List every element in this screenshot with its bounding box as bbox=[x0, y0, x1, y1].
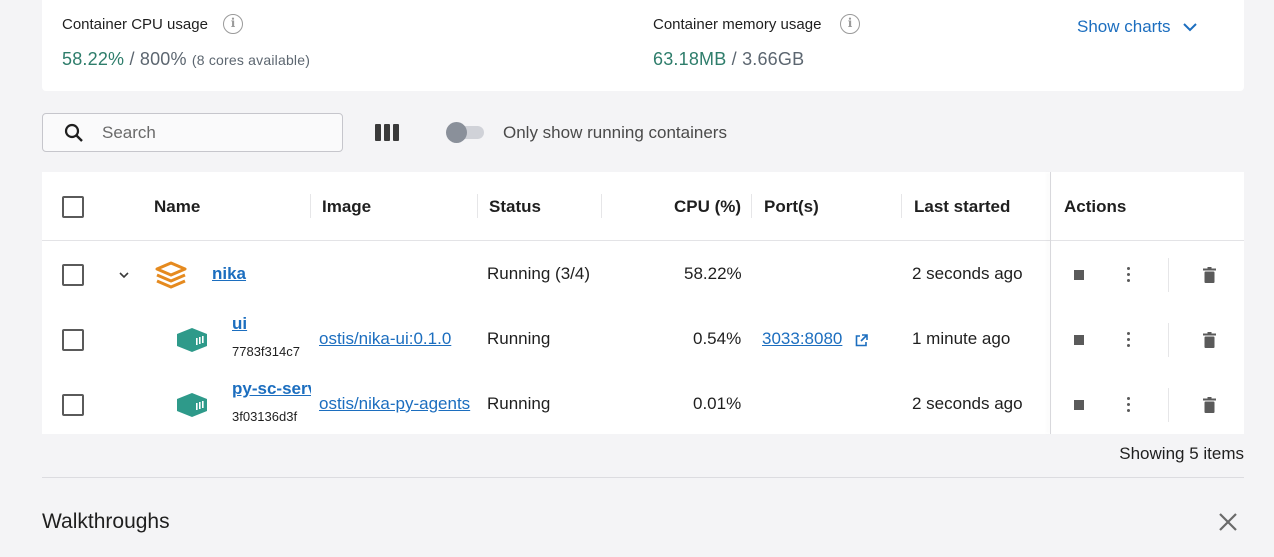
running-only-label: Only show running containers bbox=[503, 123, 727, 142]
cpu-info-icon[interactable]: i bbox=[223, 14, 243, 34]
stop-icon[interactable] bbox=[1074, 335, 1084, 345]
last-started-text: 2 seconds ago bbox=[912, 264, 1023, 283]
expand-chevron-icon[interactable] bbox=[118, 271, 130, 279]
cpu-usage-value: 58.22% / 800% (8 cores available) bbox=[62, 49, 310, 70]
more-options-icon[interactable] bbox=[1127, 267, 1131, 285]
cpu-value: 0.54% bbox=[693, 329, 742, 348]
memory-total: 3.66GB bbox=[742, 49, 805, 69]
image-link[interactable]: ostis/nika-ui:0.1.0 bbox=[319, 329, 476, 349]
port-link[interactable]: 3033:8080 bbox=[762, 329, 842, 349]
header-status[interactable]: Status bbox=[489, 197, 541, 217]
search-field[interactable] bbox=[42, 113, 343, 152]
row-checkbox[interactable] bbox=[62, 394, 84, 416]
table-row[interactable]: ui 7783f314c7 ostis/nika-ui:0.1.0 Runnin… bbox=[42, 307, 1244, 372]
stats-card: Container CPU usage i 58.22% / 800% (8 c… bbox=[42, 0, 1244, 91]
memory-used: 63.18MB bbox=[653, 49, 727, 69]
cpu-usage-label: Container CPU usage bbox=[62, 16, 208, 33]
column-divider[interactable] bbox=[901, 194, 902, 218]
delete-trash-icon[interactable] bbox=[1203, 397, 1216, 413]
show-charts-label: Show charts bbox=[1077, 17, 1171, 36]
cpu-cores-note: (8 cores available) bbox=[191, 52, 311, 68]
column-divider[interactable] bbox=[751, 194, 752, 218]
header-image[interactable]: Image bbox=[322, 197, 371, 217]
columns-icon[interactable] bbox=[375, 124, 399, 141]
container-name-link[interactable]: ui bbox=[232, 314, 247, 334]
delete-trash-icon[interactable] bbox=[1203, 267, 1216, 283]
image-link[interactable]: ostis/nika-py-agents bbox=[319, 394, 477, 414]
cpu-used: 58.22% bbox=[62, 49, 125, 69]
running-only-toggle[interactable] bbox=[446, 122, 467, 143]
container-name-link[interactable]: py-sc-server bbox=[232, 379, 311, 399]
search-input[interactable] bbox=[102, 122, 322, 143]
more-options-icon[interactable] bbox=[1127, 397, 1131, 415]
row-checkbox[interactable] bbox=[62, 329, 84, 351]
header-last-started[interactable]: Last started bbox=[914, 197, 1010, 217]
column-divider[interactable] bbox=[310, 194, 311, 218]
external-link-icon[interactable] bbox=[855, 334, 868, 347]
header-ports[interactable]: Port(s) bbox=[764, 197, 819, 217]
header-cpu[interactable]: CPU (%) bbox=[674, 197, 741, 217]
action-divider bbox=[1168, 258, 1169, 292]
column-divider[interactable] bbox=[601, 194, 602, 218]
memory-usage-value: 63.18MB / 3.66GB bbox=[653, 49, 804, 70]
status-text: Running bbox=[487, 329, 551, 348]
container-icon bbox=[177, 393, 207, 417]
action-divider bbox=[1168, 388, 1169, 422]
search-icon bbox=[64, 123, 83, 142]
status-text: Running bbox=[487, 394, 551, 413]
last-started-text: 2 seconds ago bbox=[912, 394, 1023, 413]
row-checkbox[interactable] bbox=[62, 264, 84, 286]
cpu-sep: / bbox=[124, 49, 140, 69]
close-icon[interactable] bbox=[1218, 512, 1238, 532]
select-all-checkbox[interactable] bbox=[62, 196, 84, 218]
memory-sep: / bbox=[726, 49, 743, 69]
header-actions: Actions bbox=[1064, 197, 1127, 216]
container-icon bbox=[177, 328, 207, 352]
container-id: 7783f314c7 bbox=[232, 344, 300, 359]
memory-usage-label: Container memory usage bbox=[653, 16, 822, 33]
header-name[interactable]: Name bbox=[154, 197, 200, 217]
section-divider bbox=[42, 477, 1244, 478]
container-name-link[interactable]: nika bbox=[212, 264, 246, 284]
action-divider bbox=[1168, 323, 1169, 357]
cpu-value: 0.01% bbox=[693, 394, 742, 413]
walkthroughs-title: Walkthroughs bbox=[42, 510, 170, 533]
containers-table: Name Image Status CPU (%) Port(s) Last s… bbox=[42, 172, 1244, 434]
last-started-text: 1 minute ago bbox=[912, 329, 1011, 348]
table-row[interactable]: py-sc-server 3f03136d3f ostis/nika-py-ag… bbox=[42, 372, 1244, 434]
items-count: Showing 5 items bbox=[1119, 444, 1244, 463]
cpu-value: 58.22% bbox=[684, 264, 742, 283]
memory-info-icon[interactable]: i bbox=[840, 14, 860, 34]
cpu-total: 800% bbox=[139, 49, 187, 69]
more-options-icon[interactable] bbox=[1127, 332, 1131, 350]
chevron-down-icon bbox=[1182, 22, 1197, 31]
delete-trash-icon[interactable] bbox=[1203, 332, 1216, 348]
show-charts-button[interactable]: Show charts bbox=[1077, 17, 1197, 37]
stop-icon[interactable] bbox=[1074, 400, 1084, 410]
compose-stack-icon bbox=[155, 261, 187, 289]
column-divider[interactable] bbox=[477, 194, 478, 218]
container-id: 3f03136d3f bbox=[232, 409, 298, 424]
status-text: Running (3/4) bbox=[487, 264, 591, 283]
table-row[interactable]: nika Running (3/4) 58.22% 2 seconds ago bbox=[42, 242, 1244, 307]
table-header: Name Image Status CPU (%) Port(s) Last s… bbox=[42, 172, 1244, 241]
stop-icon[interactable] bbox=[1074, 270, 1084, 280]
